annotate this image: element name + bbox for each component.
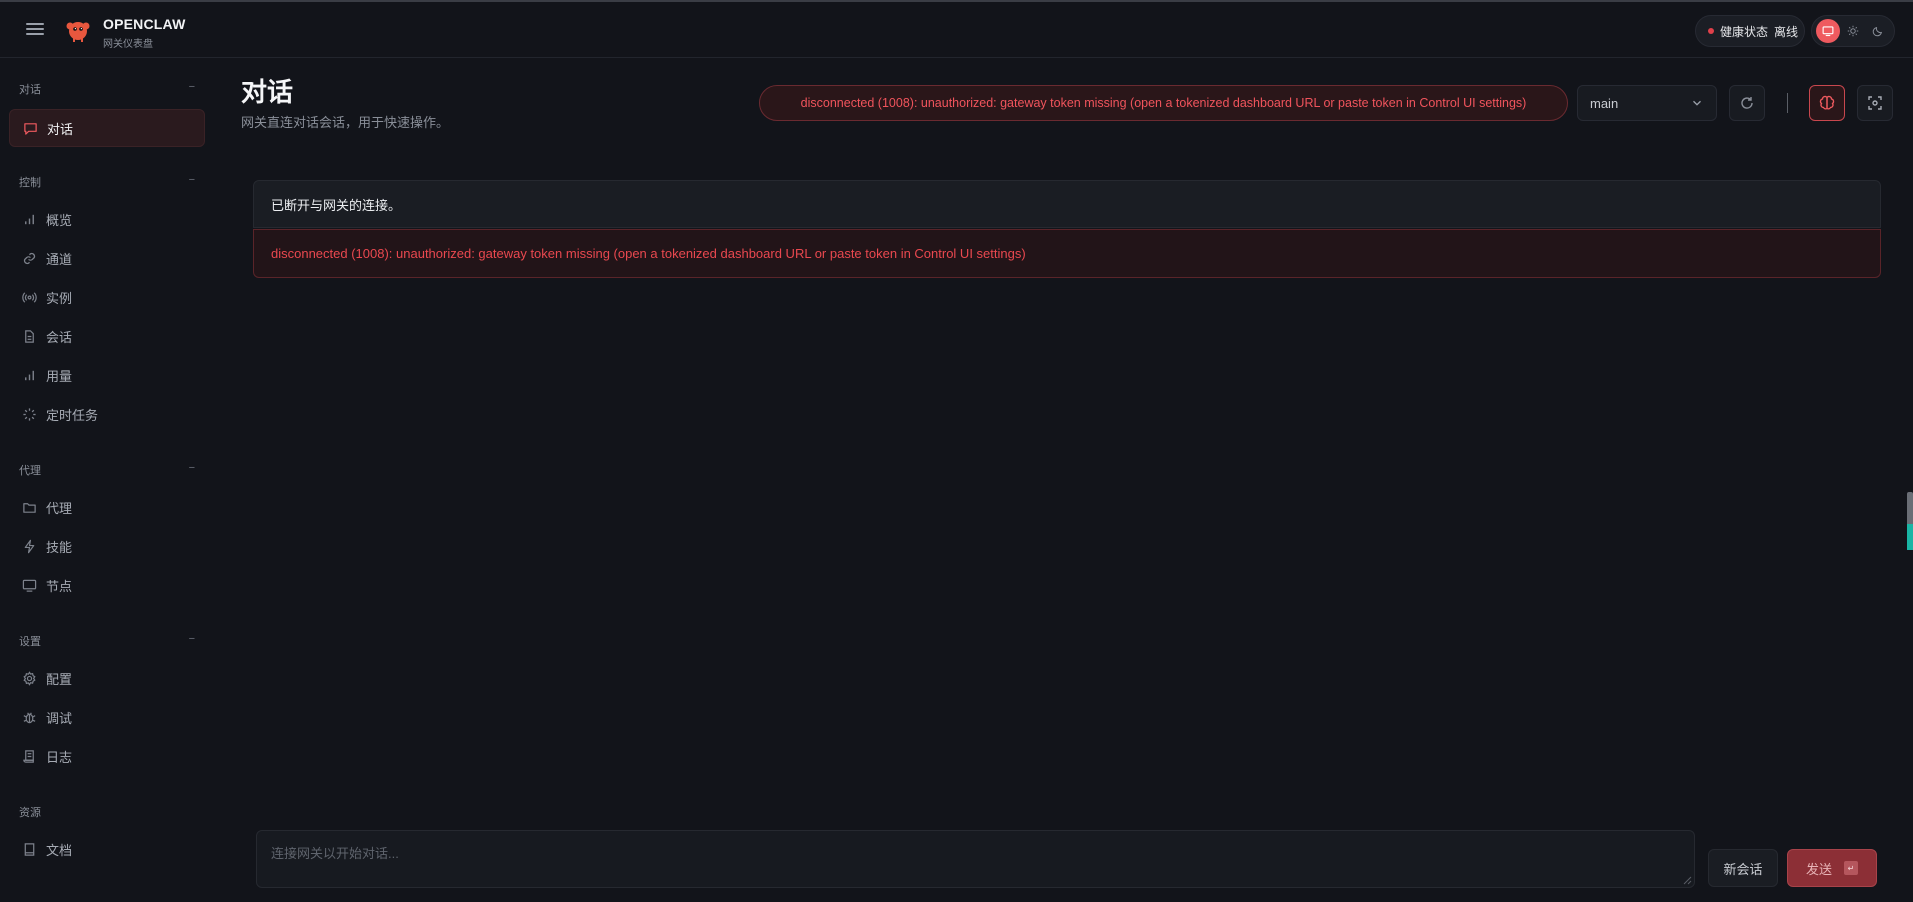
send-button[interactable]: 发送 ↵ [1787,849,1877,887]
sidebar-item-usage[interactable]: 用量 [9,356,205,394]
sidebar-section-control[interactable]: 控制 − [19,174,195,190]
health-status-value: 离线 [1774,24,1799,39]
health-label: 健康状态 [1720,24,1769,39]
scrollbar-thumb[interactable] [1907,492,1913,524]
sidebar-item-label: 技能 [46,539,73,555]
sidebar-item-label: 通道 [46,251,73,267]
refresh-icon [1741,97,1753,109]
brain-icon [1819,95,1835,110]
page-title: 对话 [241,77,294,107]
sidebar-item-cron[interactable]: 定时任务 [9,395,205,433]
lobster-logo-icon [66,22,90,42]
session-select[interactable]: main [1577,85,1717,121]
disconnected-banner: 已断开与网关的连接。 [253,180,1881,228]
sidebar-item-label: 概览 [46,212,73,228]
section-title: 控制 [19,177,41,189]
sidebar-item-label: 代理 [46,500,73,516]
resize-grip-icon[interactable] [1682,875,1692,885]
folder-icon [21,499,37,515]
scrollbar-marker [1907,524,1913,550]
sidebar-item-logs[interactable]: 日志 [9,737,205,775]
bar-chart-icon [21,367,37,383]
broadcast-icon [21,289,37,305]
menu-toggle-icon[interactable] [26,20,44,38]
sidebar-item-debug[interactable]: 调试 [9,698,205,736]
section-title: 对话 [19,84,41,96]
sidebar-item-agents[interactable]: 代理 [9,488,205,526]
sidebar-item-docs[interactable]: 文档 [9,830,205,868]
sidebar: 对话 − 对话 控制 − 概览 通道 实例 会话 用量 定时任务 代理 − 代理 [0,59,215,902]
bar-chart-icon [21,211,37,227]
monitor-icon [21,577,37,593]
sidebar-item-label: 会话 [46,329,73,345]
connection-error-pill: disconnected (1008): unauthorized: gatew… [759,85,1568,121]
monitor-icon [1822,26,1834,37]
scrollbar[interactable] [1907,492,1913,552]
error-message-banner: disconnected (1008): unauthorized: gatew… [253,229,1881,278]
health-status-badge[interactable]: 健康状态 离线 [1695,15,1805,47]
sidebar-item-sessions[interactable]: 会话 [9,317,205,355]
theme-switcher [1811,15,1895,47]
sidebar-section-resources: 资源 [19,804,195,820]
sidebar-item-label: 定时任务 [46,407,99,423]
top-header: OPENCLAW 网关仪表盘 健康状态 离线 [0,2,1913,58]
sidebar-item-label: 对话 [47,121,74,137]
sidebar-item-label: 配置 [46,671,73,687]
sidebar-section-agents[interactable]: 代理 − [19,462,195,478]
scroll-icon [21,748,37,764]
sidebar-item-nodes[interactable]: 节点 [9,566,205,604]
send-button-label: 发送 [1805,861,1832,877]
loader-icon [21,406,37,422]
focus-icon [1868,96,1882,110]
sidebar-item-overview[interactable]: 概览 [9,200,205,238]
theme-light-button[interactable] [1841,19,1865,43]
collapse-icon[interactable]: − [189,633,195,645]
sidebar-item-chat[interactable]: 对话 [9,109,205,147]
toolbar-divider [1787,93,1788,113]
gear-icon [21,670,37,686]
section-title: 资源 [19,807,41,819]
sidebar-section-chat[interactable]: 对话 − [19,81,195,97]
sidebar-section-settings[interactable]: 设置 − [19,633,195,649]
sidebar-item-skills[interactable]: 技能 [9,527,205,565]
section-title: 设置 [19,636,41,648]
enter-key-icon: ↵ [1844,861,1858,875]
brand-title: OPENCLAW [103,16,186,32]
sidebar-item-label: 用量 [46,368,73,384]
session-select-value: main [1590,95,1619,111]
thinking-toggle-button[interactable] [1809,85,1845,121]
sidebar-item-instances[interactable]: 实例 [9,278,205,316]
chat-icon [22,120,38,136]
message-input[interactable] [256,830,1695,888]
brand-subtitle: 网关仪表盘 [103,39,153,50]
page-subtitle: 网关直连对话会话，用于快速操作。 [241,115,450,130]
sidebar-item-config[interactable]: 配置 [9,659,205,697]
status-dot-icon [1708,28,1714,34]
link-icon [21,250,37,266]
section-title: 代理 [19,465,41,477]
sidebar-item-label: 节点 [46,578,73,594]
focus-mode-button[interactable] [1857,85,1893,121]
lightning-icon [21,538,37,554]
document-icon [21,328,37,344]
sidebar-item-label: 调试 [46,710,73,726]
collapse-icon[interactable]: − [189,462,195,474]
sun-icon [1847,25,1859,37]
book-icon [21,841,37,857]
theme-dark-button[interactable] [1866,19,1890,43]
theme-system-button[interactable] [1816,19,1841,43]
sidebar-item-label: 文档 [46,842,73,858]
new-session-button[interactable]: 新会话 [1708,849,1778,887]
refresh-button[interactable] [1729,85,1765,121]
sidebar-item-label: 实例 [46,290,73,306]
sidebar-item-channels[interactable]: 通道 [9,239,205,277]
sidebar-item-label: 日志 [46,749,73,765]
moon-icon [1872,26,1882,37]
collapse-icon[interactable]: − [189,174,195,186]
chevron-down-icon [1693,100,1701,106]
collapse-icon[interactable]: − [189,81,195,93]
bug-icon [21,709,37,725]
